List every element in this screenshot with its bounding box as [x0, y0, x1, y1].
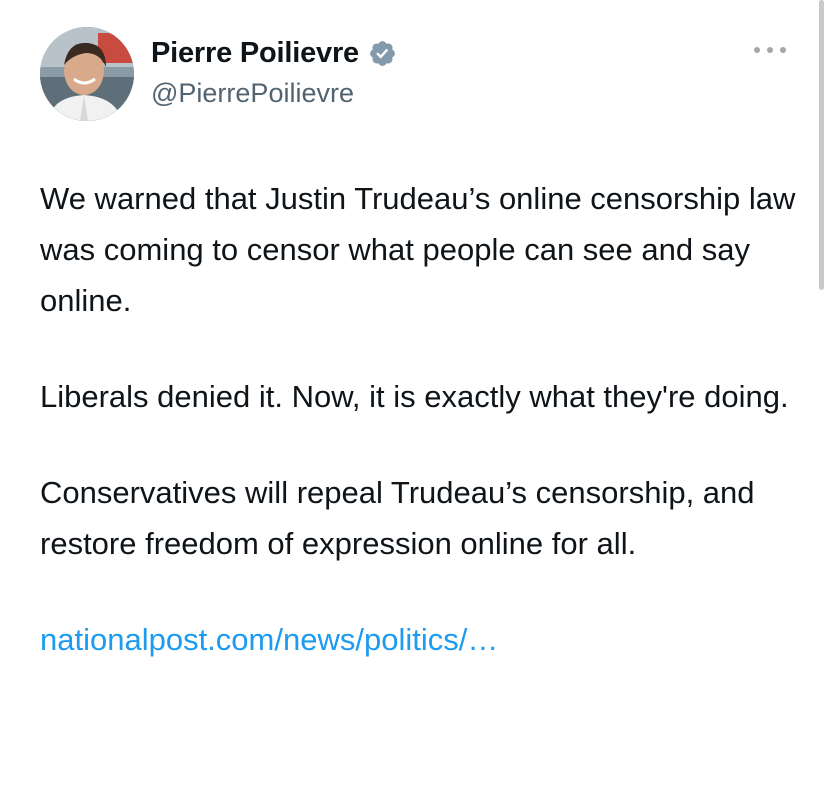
- author-name-row: Pierre Poilievre: [151, 37, 397, 70]
- more-horizontal-icon: [780, 47, 786, 53]
- avatar[interactable]: [40, 27, 134, 121]
- tweet-card: Pierre Poilievre @PierrePoilievre We war…: [0, 0, 828, 805]
- more-options-button[interactable]: [754, 42, 786, 58]
- tweet-text: We warned that Justin Trudeau’s online c…: [40, 173, 800, 665]
- article-link[interactable]: nationalpost.com/news/politics/…: [40, 622, 498, 657]
- tweet-paragraph: Conservatives will repeal Trudeau’s cens…: [40, 475, 755, 561]
- more-horizontal-icon: [767, 47, 773, 53]
- tweet-link-paragraph: nationalpost.com/news/politics/…: [40, 614, 800, 665]
- tweet-paragraph: Liberals denied it. Now, it is exactly w…: [40, 379, 789, 414]
- tweet-paragraph: We warned that Justin Trudeau’s online c…: [40, 181, 796, 318]
- more-horizontal-icon: [754, 47, 760, 53]
- author-handle[interactable]: @PierrePoilievre: [151, 78, 354, 109]
- profile-photo-icon: [40, 27, 134, 121]
- author-display-name[interactable]: Pierre Poilievre: [151, 37, 359, 70]
- verified-badge-icon[interactable]: [368, 39, 397, 68]
- scrollbar[interactable]: [819, 0, 824, 290]
